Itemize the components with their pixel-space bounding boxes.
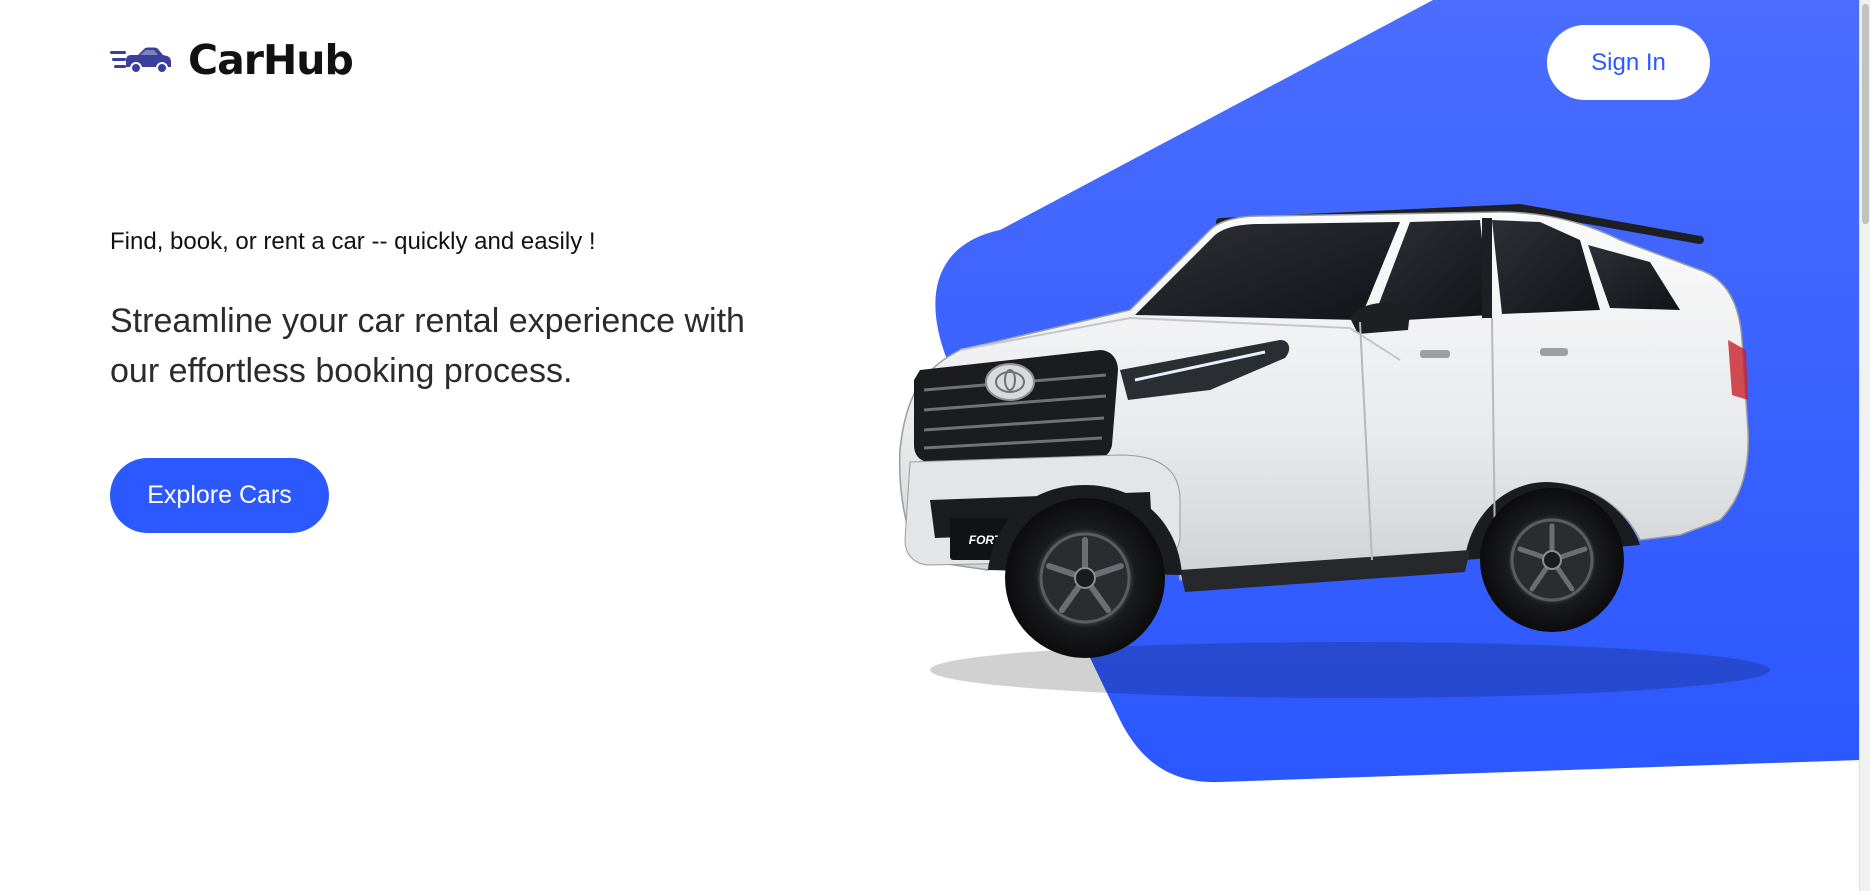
hero-subtitle: Streamline your car rental experience wi… — [110, 302, 745, 390]
brand-logo[interactable]: CarHub — [110, 36, 354, 84]
sign-in-button[interactable]: Sign In — [1547, 25, 1710, 100]
page-scrollbar[interactable] — [1859, 0, 1870, 891]
hero-car-image: FORTUNER — [898, 203, 1770, 698]
landing-page: CarHub Sign In Find, book, or rent a car… — [0, 0, 1870, 891]
scrollbar-thumb[interactable] — [1862, 4, 1869, 224]
explore-cars-button[interactable]: Explore Cars — [110, 458, 329, 533]
brand-name: CarHub — [188, 36, 354, 84]
car-speed-icon — [110, 45, 172, 75]
hero-tagline: Find, book, or rent a car -- quickly and… — [110, 228, 596, 255]
